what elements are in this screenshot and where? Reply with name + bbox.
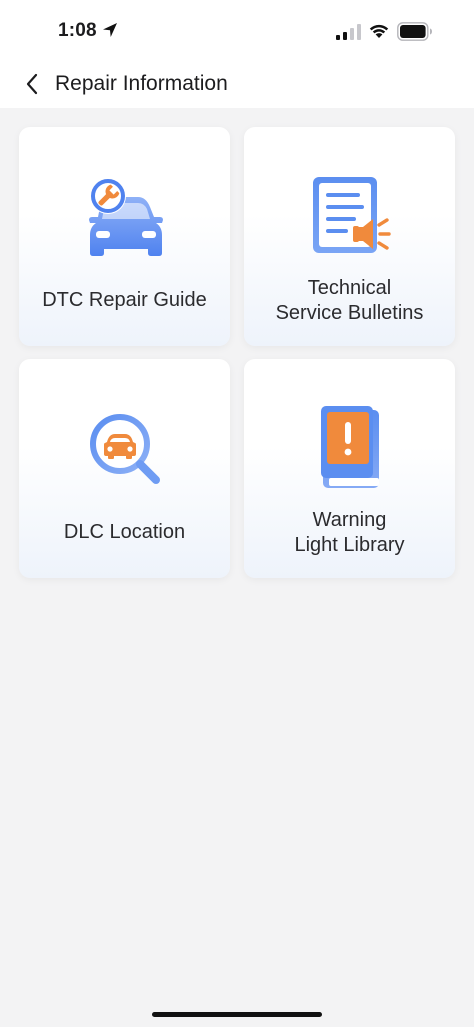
tile-label-line: Light Library bbox=[294, 534, 405, 556]
tile-dtc-repair-guide[interactable]: DTC Repair Guide bbox=[19, 127, 230, 346]
car-wrench-icon bbox=[88, 178, 163, 256]
status-time: 1:08 bbox=[58, 20, 97, 41]
navigation-bar: Repair Information bbox=[0, 62, 474, 108]
chevron-left-icon bbox=[26, 73, 38, 95]
tile-label-line: DTC Repair Guide bbox=[42, 289, 207, 311]
back-button[interactable] bbox=[14, 66, 50, 102]
tile-dlc-location[interactable]: DLC Location bbox=[19, 359, 230, 578]
tile-label-line: Service Bulletins bbox=[275, 302, 424, 324]
tile-label: Technical Service Bulletins bbox=[244, 276, 455, 326]
tile-label-line: DLC Location bbox=[63, 521, 186, 543]
battery-icon bbox=[397, 22, 432, 41]
tile-label-line: Warning bbox=[312, 509, 387, 531]
repair-information-screen: 1:08 Repair Information DTC Repair Guide… bbox=[0, 0, 474, 1027]
tile-label: DTC Repair Guide bbox=[19, 288, 230, 313]
tile-label-line: Technical bbox=[307, 277, 392, 299]
document-megaphone-icon bbox=[312, 177, 391, 253]
page-title: Repair Information bbox=[55, 72, 228, 95]
tile-technical-service-bulletins[interactable]: Technical Service Bulletins bbox=[244, 127, 455, 346]
tile-label: Warning Light Library bbox=[244, 508, 455, 558]
wifi-icon bbox=[369, 24, 389, 38]
magnifier-car-icon bbox=[89, 414, 160, 484]
tile-label: DLC Location bbox=[19, 520, 230, 545]
cellular-signal-icon bbox=[336, 24, 361, 40]
status-bar: 1:08 bbox=[0, 0, 474, 62]
tile-warning-light-library[interactable]: Warning Light Library bbox=[244, 359, 455, 578]
location-arrow-icon bbox=[103, 23, 117, 37]
warning-book-icon bbox=[320, 406, 379, 488]
home-indicator[interactable] bbox=[152, 1012, 322, 1017]
